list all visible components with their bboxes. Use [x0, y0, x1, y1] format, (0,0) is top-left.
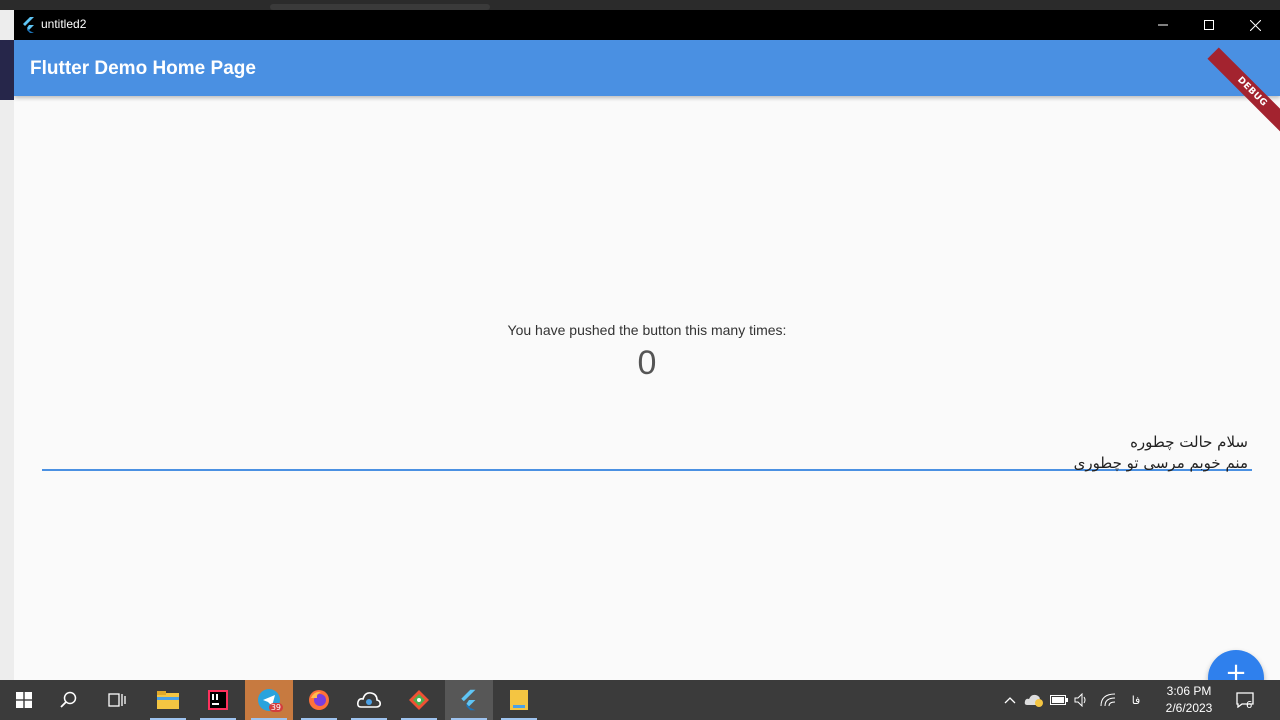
firefox-icon — [309, 690, 329, 710]
intellij-icon — [208, 690, 228, 710]
taskbar-firefox[interactable] — [295, 680, 343, 720]
tray-notifications[interactable] — [1232, 680, 1258, 720]
minimize-button[interactable] — [1140, 10, 1186, 40]
start-icon — [16, 692, 32, 708]
clock-time: 3:06 PM — [1166, 684, 1212, 698]
flutter-logo-icon — [23, 17, 34, 33]
telegram-badge: 39 — [268, 703, 283, 712]
taskbar-clock[interactable]: 3:06 PM 2/6/2023 — [1150, 683, 1228, 717]
task-view-button[interactable] — [93, 680, 141, 720]
taskbar-flutter[interactable] — [445, 680, 493, 720]
title-bar[interactable]: untitled2 — [14, 10, 1280, 40]
taskbar-cloud-app[interactable] — [345, 680, 393, 720]
clock-date: 2/6/2023 — [1165, 701, 1213, 715]
window-title: untitled2 — [41, 17, 87, 31]
flutter-icon — [461, 689, 476, 711]
app-window: untitled2 Flutter Demo Home Page DEBUG Y… — [14, 10, 1280, 680]
taskbar-intellij[interactable] — [194, 680, 242, 720]
taskbar-telegram[interactable]: 39 — [245, 680, 293, 720]
taskbar-git[interactable] — [395, 680, 443, 720]
volume-icon — [1074, 693, 1086, 707]
notes-icon — [510, 690, 528, 710]
search-button[interactable] — [45, 680, 93, 720]
message-text-field[interactable]: سلام حالت چطوره منم خوبم مرسی تو چطوری — [42, 420, 1252, 472]
background-strip — [0, 40, 14, 100]
maximize-icon — [1204, 20, 1214, 30]
task-view-icon — [108, 693, 126, 707]
onedrive-warning-icon — [1024, 694, 1043, 707]
background-window-left — [0, 10, 14, 680]
maximize-button[interactable] — [1186, 10, 1232, 40]
page-title: Flutter Demo Home Page — [30, 58, 256, 79]
search-icon — [60, 691, 77, 708]
close-icon — [1249, 19, 1261, 31]
text-field-line-2[interactable]: منم خوبم مرسی تو چطوری — [1074, 454, 1248, 472]
main-content: You have pushed the button this many tim… — [14, 96, 1280, 680]
chevron-up-icon — [1004, 697, 1016, 704]
counter-value: 0 — [637, 344, 657, 382]
taskbar-notes[interactable] — [495, 680, 543, 720]
background-window-top — [0, 0, 1280, 10]
tray-wifi[interactable] — [1097, 680, 1119, 720]
app-bar: Flutter Demo Home Page DEBUG — [14, 40, 1280, 137]
taskbar: 39 فا 3:06 PM 2/6/2023 6 — [0, 680, 1280, 720]
battery-icon — [1050, 695, 1068, 705]
taskbar-file-explorer[interactable] — [144, 680, 192, 720]
add-icon: + — [1225, 658, 1247, 680]
close-button[interactable] — [1232, 10, 1278, 40]
file-explorer-icon — [157, 691, 179, 709]
start-button[interactable] — [0, 680, 48, 720]
counter-label: You have pushed the button this many tim… — [507, 322, 787, 338]
cloud-app-icon — [357, 692, 381, 708]
tray-onedrive[interactable] — [1022, 680, 1046, 720]
tray-volume[interactable] — [1072, 680, 1092, 720]
wifi-icon — [1100, 693, 1116, 707]
tray-battery[interactable] — [1048, 680, 1070, 720]
tray-language[interactable]: فا — [1124, 680, 1148, 720]
git-icon — [409, 690, 429, 710]
text-field-line-1[interactable]: سلام حالت چطوره — [1130, 433, 1248, 451]
tray-show-hidden[interactable] — [1000, 680, 1020, 720]
notification-count: 6 — [1246, 700, 1253, 711]
minimize-icon — [1158, 24, 1168, 26]
